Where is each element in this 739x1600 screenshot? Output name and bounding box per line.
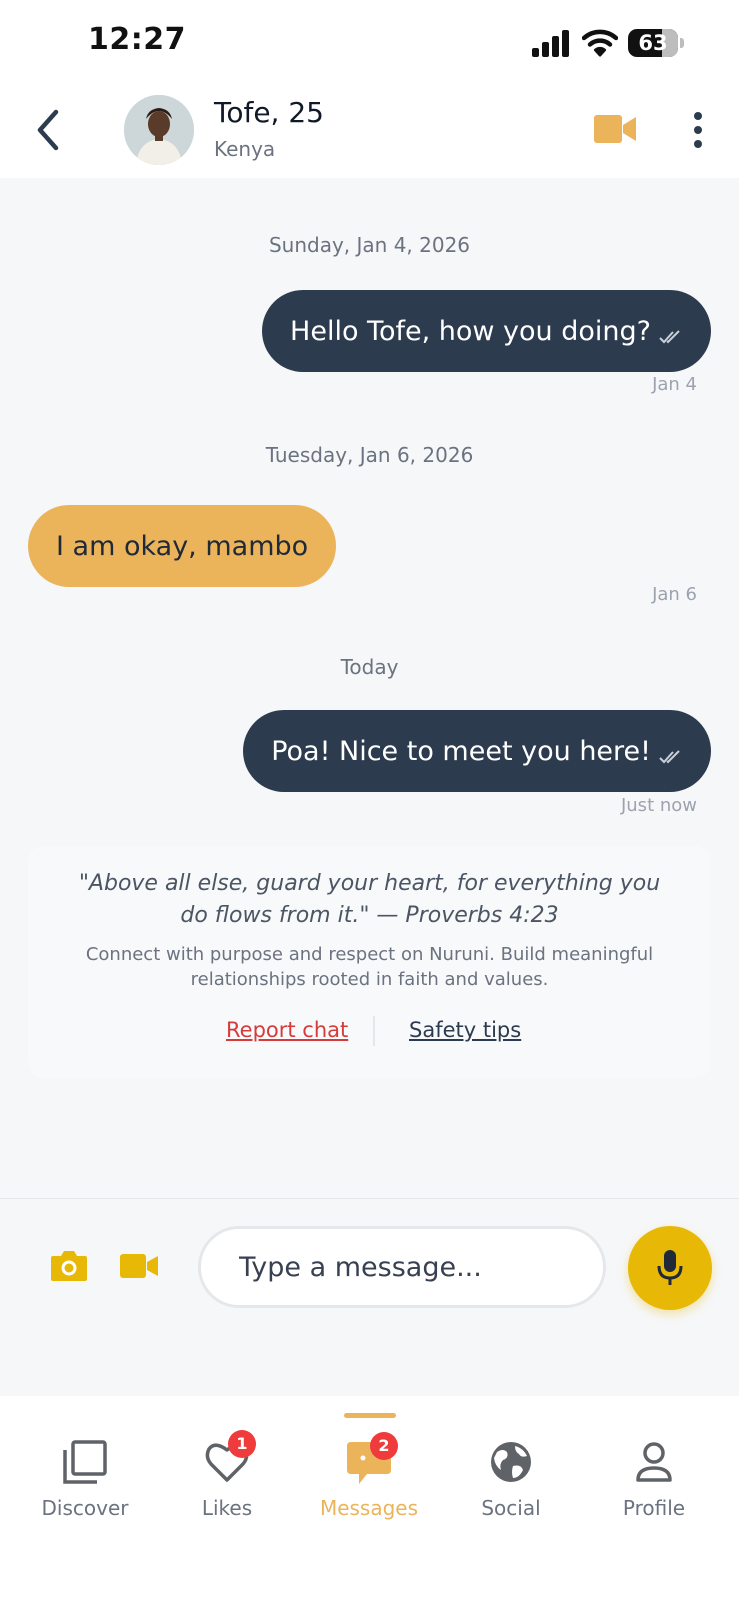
contact-name: Tofe, 25 bbox=[214, 96, 324, 129]
battery-icon: 63 bbox=[628, 29, 678, 57]
video-call-icon[interactable] bbox=[594, 112, 636, 146]
contact-country: Kenya bbox=[214, 137, 276, 161]
notification-badge: 2 bbox=[370, 1432, 398, 1460]
camera-icon[interactable] bbox=[50, 1248, 88, 1282]
tab-label: Messages bbox=[319, 1496, 419, 1520]
message-timestamp: Just now bbox=[620, 795, 697, 816]
wifi-icon bbox=[582, 29, 618, 57]
status-time: 12:27 bbox=[88, 22, 186, 57]
community-guidelines-text: Connect with purpose and respect on Nuru… bbox=[85, 944, 654, 990]
read-receipt-icon bbox=[659, 330, 680, 344]
tab-label: Social bbox=[481, 1496, 541, 1520]
safety-info-card: "Above all else, guard your heart, for e… bbox=[28, 846, 711, 1078]
message-text: Poa! Nice to meet you here! bbox=[271, 735, 651, 767]
message-timestamp: Jan 4 bbox=[652, 374, 697, 395]
read-receipt-icon bbox=[659, 750, 680, 764]
tab-label: Likes bbox=[201, 1496, 253, 1520]
person-icon bbox=[636, 1442, 672, 1482]
video-attach-icon[interactable] bbox=[120, 1252, 158, 1280]
message-text: I am okay, mambo bbox=[56, 530, 309, 562]
tab-messages[interactable]: Messages 2 bbox=[304, 1432, 434, 1520]
tab-label: Profile bbox=[622, 1496, 686, 1520]
battery-cap bbox=[680, 38, 684, 48]
message-bubble-outgoing[interactable]: Poa! Nice to meet you here! bbox=[243, 710, 711, 792]
date-separator: Today bbox=[340, 655, 399, 679]
safety-tips-link[interactable]: Safety tips bbox=[409, 1018, 521, 1042]
link-divider bbox=[373, 1016, 375, 1046]
battery-level: 63 bbox=[638, 31, 668, 55]
tab-social[interactable]: Social bbox=[446, 1438, 576, 1520]
tab-profile[interactable]: Profile bbox=[589, 1438, 719, 1520]
voice-record-button[interactable] bbox=[628, 1226, 712, 1310]
chat-thread[interactable]: Sunday, Jan 4, 2026 Hello Tofe, how you … bbox=[0, 178, 739, 1198]
more-options-icon[interactable] bbox=[684, 110, 712, 150]
date-separator: Sunday, Jan 4, 2026 bbox=[268, 233, 471, 257]
tab-discover[interactable]: Discover bbox=[20, 1438, 150, 1520]
globe-icon bbox=[491, 1442, 531, 1482]
avatar[interactable] bbox=[124, 95, 194, 165]
scripture-quote: "Above all else, guard your heart, for e… bbox=[78, 871, 661, 928]
tab-label: Discover bbox=[41, 1496, 129, 1520]
cellular-signal-icon bbox=[532, 29, 570, 57]
notification-badge: 1 bbox=[228, 1430, 256, 1458]
message-input[interactable] bbox=[198, 1226, 606, 1308]
tab-likes[interactable]: Likes 1 bbox=[162, 1430, 292, 1520]
message-timestamp: Jan 6 bbox=[652, 584, 697, 605]
date-separator: Tuesday, Jan 6, 2026 bbox=[265, 443, 474, 467]
message-text: Hello Tofe, how you doing? bbox=[290, 315, 651, 347]
stack-icon bbox=[63, 1440, 107, 1484]
microphone-icon bbox=[657, 1250, 683, 1285]
report-chat-link[interactable]: Report chat bbox=[226, 1018, 348, 1042]
message-bubble-incoming[interactable]: I am okay, mambo bbox=[28, 505, 337, 587]
back-arrow-icon[interactable] bbox=[30, 106, 66, 154]
active-tab-indicator bbox=[344, 1413, 396, 1418]
message-bubble-outgoing[interactable]: Hello Tofe, how you doing? bbox=[262, 290, 711, 372]
